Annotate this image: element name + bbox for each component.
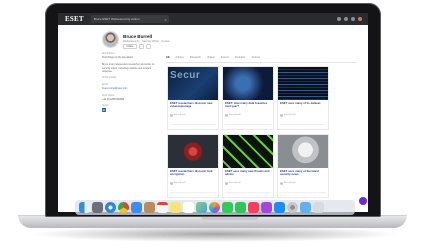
appstore-icon[interactable] — [274, 202, 285, 213]
article-author: Bruce Burrell — [174, 114, 186, 116]
article-author: Bruce Burrell — [229, 182, 241, 184]
tab-articles[interactable]: Articles — [175, 56, 184, 62]
security-image: Secur — [168, 67, 218, 100]
article-title[interactable]: ESET sees many of the latest security ne… — [278, 168, 328, 181]
article-title[interactable]: ESET: How many data breaches next year? — [223, 100, 273, 113]
facetime-icon[interactable] — [235, 202, 246, 213]
bookmark-icon[interactable] — [344, 17, 348, 21]
laptop-screen: ESET Bruce ESET Welivesecurity Author × … — [58, 13, 368, 212]
social-label: Social — [102, 105, 109, 108]
author-avatar-icon — [280, 181, 283, 185]
article-card[interactable]: ESET sees many new threats and advice Br… — [222, 134, 274, 198]
avatar — [102, 31, 119, 48]
article-card[interactable]: ESET sees many of the latest security ne… — [277, 134, 329, 198]
card-footer — [170, 124, 216, 127]
lime-image — [223, 135, 273, 168]
laptop-shadow — [30, 226, 400, 242]
about-bio: Bruce is an independent researcher and w… — [102, 63, 155, 73]
tab-archive[interactable]: Archive — [251, 56, 260, 62]
finder-icon[interactable] — [79, 202, 90, 213]
card-footer — [280, 192, 326, 195]
browser-topbar: ESET Bruce ESET Welivesecurity Author × — [58, 13, 368, 25]
image-word: Secur — [170, 70, 201, 81]
tab-title: Bruce ESET Welivesecurity Author — [93, 17, 140, 21]
article-meta: Bruce Burrell — [278, 181, 328, 186]
tab-podcasts[interactable]: Podcasts — [235, 56, 246, 62]
reminders-icon[interactable] — [183, 202, 194, 213]
profile-actions: Follow ··· — [123, 44, 151, 49]
author-avatar-icon — [225, 113, 228, 117]
share-button[interactable] — [146, 44, 151, 49]
article-meta: Bruce Burrell — [223, 181, 273, 186]
tab-research[interactable]: Research — [190, 56, 201, 62]
mail-icon[interactable] — [131, 202, 142, 213]
folder-icon[interactable] — [300, 202, 311, 213]
chrome-icon[interactable] — [118, 202, 129, 213]
article-meta: Bruce Burrell — [278, 113, 328, 118]
notes-icon[interactable] — [170, 202, 181, 213]
calendar-icon[interactable] — [157, 202, 168, 213]
author-avatar-icon — [225, 181, 228, 185]
maps-icon[interactable] — [196, 202, 207, 213]
page-content: Bruce Burrell Welivesecurity · Security … — [58, 25, 368, 212]
chat-bubble-icon[interactable] — [359, 197, 367, 205]
tab-videos[interactable]: Videos — [207, 56, 215, 62]
gray-image — [278, 135, 328, 168]
follow-button[interactable]: Follow — [123, 44, 137, 49]
article-author: Bruce Burrell — [174, 182, 186, 184]
article-title[interactable]: ESET researchers discover lock encryptio… — [168, 168, 218, 181]
article-meta: Bruce Burrell — [168, 113, 218, 118]
profile-subtitle: Welivesecurity · Security Writer · 5 pos… — [123, 40, 170, 43]
author-avatar-icon — [170, 181, 173, 185]
article-card[interactable]: ESET sees many of its dataset Bruce Burr… — [277, 66, 329, 130]
trash-icon[interactable] — [313, 202, 324, 213]
close-tab-icon[interactable]: × — [164, 17, 166, 22]
macos-dock — [75, 200, 355, 215]
extensions-icon[interactable] — [337, 17, 341, 21]
author-avatar-icon — [170, 113, 173, 117]
article-title[interactable]: ESET sees many new threats and advice — [223, 168, 273, 181]
eset-logo[interactable]: ESET — [65, 15, 84, 23]
article-author: Bruce Burrell — [229, 114, 241, 116]
linkedin-icon[interactable]: in — [102, 108, 106, 113]
card-footer — [225, 192, 271, 195]
profile-name: Bruce Burrell — [123, 34, 153, 39]
photos-icon[interactable] — [209, 202, 220, 213]
more-button[interactable]: ··· — [139, 44, 144, 49]
article-meta: Bruce Burrell — [168, 181, 218, 186]
article-card[interactable]: ESET: How many data breaches next year? … — [222, 66, 274, 130]
content-tabs: All Articles Research Videos Events Podc… — [166, 56, 356, 63]
card-footer — [280, 124, 326, 127]
article-title[interactable]: ESET sees many of its dataset — [278, 100, 328, 113]
author-avatar-icon — [280, 113, 283, 117]
browser-tab[interactable]: Bruce ESET Welivesecurity Author × — [90, 15, 169, 23]
profile-avatar-icon[interactable] — [358, 17, 362, 21]
toolbar-icons — [337, 17, 362, 21]
article-title[interactable]: ESET researchers discover new cyberespio… — [168, 100, 218, 113]
article-meta: Bruce Burrell — [223, 113, 273, 118]
tab-all[interactable]: All — [166, 56, 169, 62]
tab-events[interactable]: Events — [221, 56, 229, 62]
messages-icon[interactable] — [222, 202, 233, 213]
menu-icon[interactable] — [351, 17, 355, 21]
article-author: Bruce Burrell — [284, 182, 296, 184]
card-footer — [225, 124, 271, 127]
code-image — [278, 67, 328, 100]
music-icon[interactable] — [248, 202, 259, 213]
lock-image — [168, 135, 218, 168]
contacts-icon[interactable] — [144, 202, 155, 213]
blue-tech-image — [223, 67, 273, 100]
safari-icon[interactable] — [105, 202, 116, 213]
article-card[interactable]: ESET researchers discover lock encryptio… — [167, 134, 219, 198]
article-author: Bruce Burrell — [284, 114, 296, 116]
profile-sidebar: About Bruce Find things on this site abo… — [102, 53, 162, 113]
settings-icon[interactable] — [287, 202, 298, 213]
podcasts-icon[interactable] — [261, 202, 272, 213]
card-footer — [170, 192, 216, 195]
launchpad-icon[interactable] — [92, 202, 103, 213]
article-card[interactable]: Secur ESET researchers discover new cybe… — [167, 66, 219, 130]
